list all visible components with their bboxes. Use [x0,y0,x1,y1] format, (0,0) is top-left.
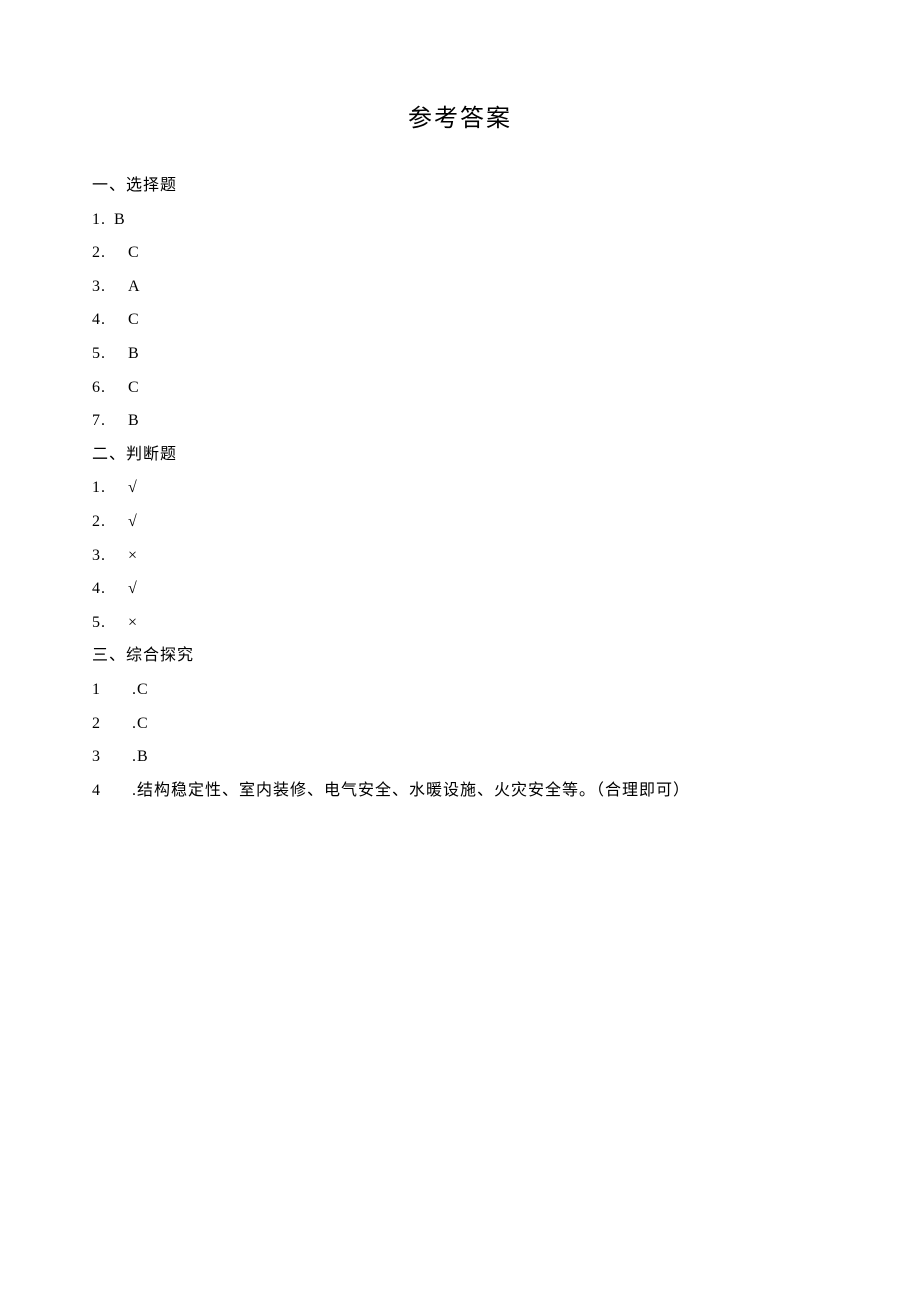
answer-value: √ [128,580,138,597]
page-title: 参考答案 [92,98,828,133]
answer-1-4: 4. C [92,303,828,337]
answer-value: .B [132,748,149,765]
answer-2-5: 5. × [92,606,828,640]
answer-num: 1 [92,673,114,707]
answer-num: 5. [92,606,114,640]
answer-value: .C [132,715,149,732]
answer-value: .结构稳定性、室内装修、电气安全、水暖设施、火灾安全等。（合理即可） [132,782,690,799]
answer-3-4: 4 .结构稳定性、室内装修、电气安全、水暖设施、火灾安全等。（合理即可） [92,774,828,808]
answer-1-5: 5. B [92,337,828,371]
answer-num: 6. [92,371,114,405]
answer-num: 2 [92,707,114,741]
answer-1-6: 6. C [92,371,828,405]
answer-3-2: 2 .C [92,707,828,741]
section-2-header: 二、判断题 [92,438,828,472]
answer-num: 5. [92,337,114,371]
answer-3-1: 1 .C [92,673,828,707]
answer-value: C [128,311,140,328]
answer-value: A [128,278,141,295]
answer-value: √ [128,513,138,530]
answer-value: C [128,379,140,396]
answer-value: B [128,412,140,429]
answer-num: 4 [92,774,114,808]
answer-value: B [128,345,140,362]
answer-num: 4. [92,303,114,337]
answer-3-3: 3 .B [92,740,828,774]
answer-num: 2. [92,236,114,270]
answer-2-1: 1. √ [92,471,828,505]
answer-num: 2. [92,505,114,539]
section-3: 三、综合探究 1 .C 2 .C 3 .B 4 .结构稳定性、室内装修、电气安全、水暖设… [92,639,828,807]
answer-num: 4. [92,572,114,606]
section-3-header: 三、综合探究 [92,639,828,673]
answer-2-3: 3. × [92,539,828,573]
answer-value: × [128,614,138,631]
answer-num: 1. [92,203,114,237]
answer-1-2: 2. C [92,236,828,270]
answer-value: × [128,547,138,564]
answer-value: C [128,244,140,261]
answer-num: 3. [92,270,114,304]
answer-value: B [114,211,126,228]
answer-num: 3 [92,740,114,774]
answer-value: √ [128,479,138,496]
section-1-header: 一、选择题 [92,169,828,203]
answer-1-1: 1.B [92,203,828,237]
section-1: 一、选择题 1.B 2.C 3.A 4.C 5.B 6.C 7.B [92,169,828,438]
answer-num: 1. [92,471,114,505]
answer-1-3: 3. A [92,270,828,304]
answer-num: 3. [92,539,114,573]
answer-value: .C [132,681,149,698]
section-2: 二、判断题 1. √ 2. √ 3. × 4. √ 5. × [92,438,828,640]
answer-num: 7. [92,404,114,438]
answer-1-7: 7. B [92,404,828,438]
answer-2-4: 4. √ [92,572,828,606]
answer-2-2: 2. √ [92,505,828,539]
